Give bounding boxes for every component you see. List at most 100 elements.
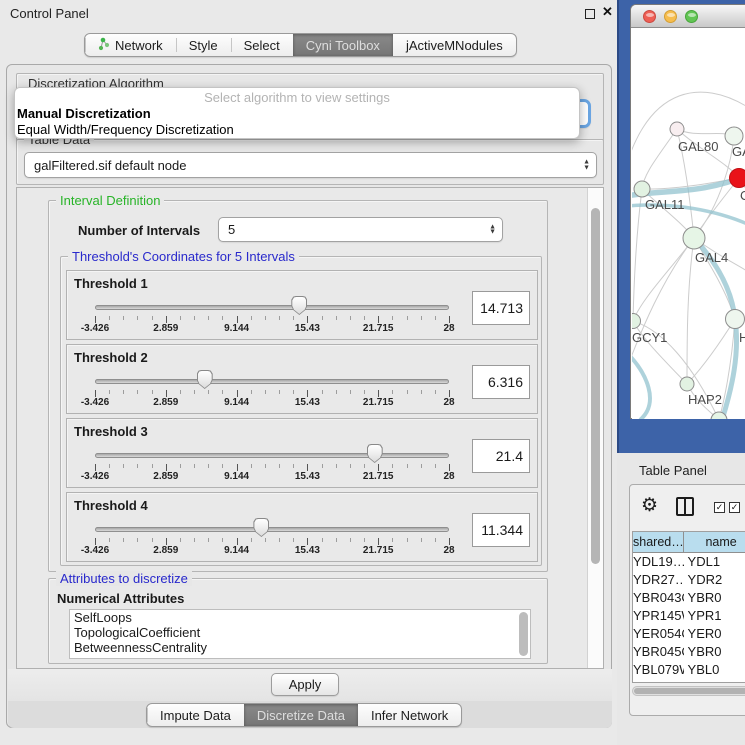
table-row[interactable]: YER054C YER0: [633, 625, 745, 643]
tab[interactable]: Infer Network: [358, 704, 461, 726]
column-header[interactable]: name: [684, 532, 745, 552]
list-item[interactable]: BetweennessCentrality: [70, 640, 530, 655]
algorithm-option-equal-width[interactable]: Equal Width/Frequency Discretization: [15, 122, 579, 138]
network-node[interactable]: [726, 310, 745, 329]
ruler-tick: [237, 390, 238, 397]
ruler-tick: [421, 390, 422, 394]
tab[interactable]: Network: [85, 34, 176, 56]
slider-thumb[interactable]: [197, 370, 213, 389]
tab[interactable]: Select: [231, 34, 293, 56]
table-row[interactable]: YDL19… YDL1: [633, 553, 745, 571]
scale-label: 9.144: [224, 471, 249, 482]
ruler-tick: [251, 464, 252, 468]
table-data-combobox[interactable]: galFiltered.sif default node ▲▼: [24, 152, 597, 178]
slider-track[interactable]: [95, 305, 449, 310]
ruler-tick: [194, 390, 195, 394]
network-node[interactable]: [670, 122, 684, 136]
slider-thumb[interactable]: [291, 296, 307, 315]
tab[interactable]: Discretize Data: [244, 704, 358, 726]
ruler-tick: [350, 464, 351, 468]
table-cell[interactable]: YBL0: [684, 661, 745, 679]
zoom-traffic-light-icon[interactable]: [685, 10, 698, 23]
scale-label: 15.43: [295, 397, 320, 408]
network-node[interactable]: [725, 127, 743, 145]
float-window-icon[interactable]: [585, 9, 595, 19]
table-cell[interactable]: YBR0: [684, 589, 745, 607]
network-node[interactable]: [683, 227, 705, 249]
scale-label: 2.859: [153, 545, 178, 556]
list-item[interactable]: TopologicalCoefficient: [70, 625, 530, 640]
ruler-tick: [392, 390, 393, 394]
checkbox-icon[interactable]: ✓: [729, 502, 740, 513]
table-cell[interactable]: YPR1: [684, 607, 745, 625]
node-table[interactable]: shared… name YDL19… YDL1 YDR27… YDR2: [632, 531, 745, 683]
table-cell[interactable]: YLR3: [684, 679, 745, 683]
table-cell[interactable]: YBL079W: [633, 661, 684, 679]
network-node[interactable]: [680, 377, 694, 391]
slider-track[interactable]: [95, 527, 449, 532]
list-scrollbar[interactable]: [518, 612, 529, 656]
table-cell[interactable]: YBR045C: [633, 643, 684, 661]
scrollbar-thumb[interactable]: [591, 208, 600, 564]
close-icon[interactable]: ✕: [602, 4, 613, 20]
ruler-tick: [137, 538, 138, 542]
table-horizontal-scrollbar[interactable]: [632, 686, 745, 696]
algorithm-option-manual[interactable]: Manual Discretization: [15, 106, 579, 122]
scrollbar-thumb[interactable]: [634, 688, 745, 694]
network-canvas[interactable]: GAL80GACGAL11GAL4GCY1HHAP2: [632, 28, 745, 419]
table-cell[interactable]: YDL1: [684, 553, 745, 571]
table-cell[interactable]: YPR145W: [633, 607, 684, 625]
scale-label: 21.715: [363, 323, 394, 334]
table-cell[interactable]: YER0: [684, 625, 745, 643]
split-columns-icon[interactable]: [676, 497, 694, 516]
slider-thumb[interactable]: [253, 518, 269, 537]
network-node[interactable]: [632, 314, 641, 329]
checkbox-icon[interactable]: ✓: [714, 502, 725, 513]
table-row[interactable]: YLR345W YLR3: [633, 679, 745, 683]
ruler-tick: [293, 464, 294, 468]
table-cell[interactable]: YBR0: [684, 643, 745, 661]
table-cell[interactable]: YDR2: [684, 571, 745, 589]
tab[interactable]: jActiveMNodules: [393, 34, 516, 56]
ruler-tick: [307, 316, 308, 323]
ruler-tick: [407, 390, 408, 394]
table-cell[interactable]: YER054C: [633, 625, 684, 643]
minimize-traffic-light-icon[interactable]: [664, 10, 677, 23]
table-cell[interactable]: YBR043C: [633, 589, 684, 607]
apply-button[interactable]: Apply: [271, 673, 339, 696]
network-node[interactable]: [730, 169, 745, 188]
tab[interactable]: Impute Data: [147, 704, 244, 726]
table-row[interactable]: YBR045C YBR0: [633, 643, 745, 661]
threshold-value-field[interactable]: 11.344: [472, 513, 530, 547]
table-row[interactable]: YPR145W YPR1: [633, 607, 745, 625]
settings-scrollbar[interactable]: [587, 188, 603, 668]
network-node[interactable]: [634, 181, 650, 197]
close-traffic-light-icon[interactable]: [643, 10, 656, 23]
threshold-value-field[interactable]: 14.713: [472, 291, 530, 325]
tab[interactable]: Style: [176, 34, 231, 56]
threshold-value-field[interactable]: 21.4: [472, 439, 530, 473]
network-window-titlebar[interactable]: [631, 5, 745, 28]
table-cell[interactable]: YDL19…: [633, 553, 684, 571]
table-row[interactable]: YBL079W YBL0: [633, 661, 745, 679]
scale-label: 21.715: [363, 471, 394, 482]
table-data-selected: galFiltered.sif default node: [25, 158, 596, 173]
table-cell[interactable]: YDR27…: [633, 571, 684, 589]
scale-label: 9.144: [224, 545, 249, 556]
table-row[interactable]: YDR27… YDR2: [633, 571, 745, 589]
list-item[interactable]: SelfLoops: [70, 610, 530, 625]
slider-track[interactable]: [95, 453, 449, 458]
table-row[interactable]: YBR043C YBR0: [633, 589, 745, 607]
table-cell[interactable]: YLR345W: [633, 679, 684, 683]
ruler-tick: [222, 464, 223, 468]
column-header[interactable]: shared…: [633, 532, 684, 552]
ruler-tick: [123, 390, 124, 394]
numerical-attributes-list[interactable]: SelfLoopsTopologicalCoefficientBetweenne…: [69, 609, 531, 659]
gear-icon[interactable]: ⚙: [641, 495, 658, 517]
panel-title: Control Panel: [10, 6, 89, 21]
slider-thumb[interactable]: [367, 444, 383, 463]
number-of-intervals-combobox[interactable]: 5 ▲▼: [218, 217, 503, 242]
tab[interactable]: Cyni Toolbox: [293, 34, 393, 56]
threshold-value-field[interactable]: 6.316: [472, 365, 530, 399]
slider-track[interactable]: [95, 379, 449, 384]
